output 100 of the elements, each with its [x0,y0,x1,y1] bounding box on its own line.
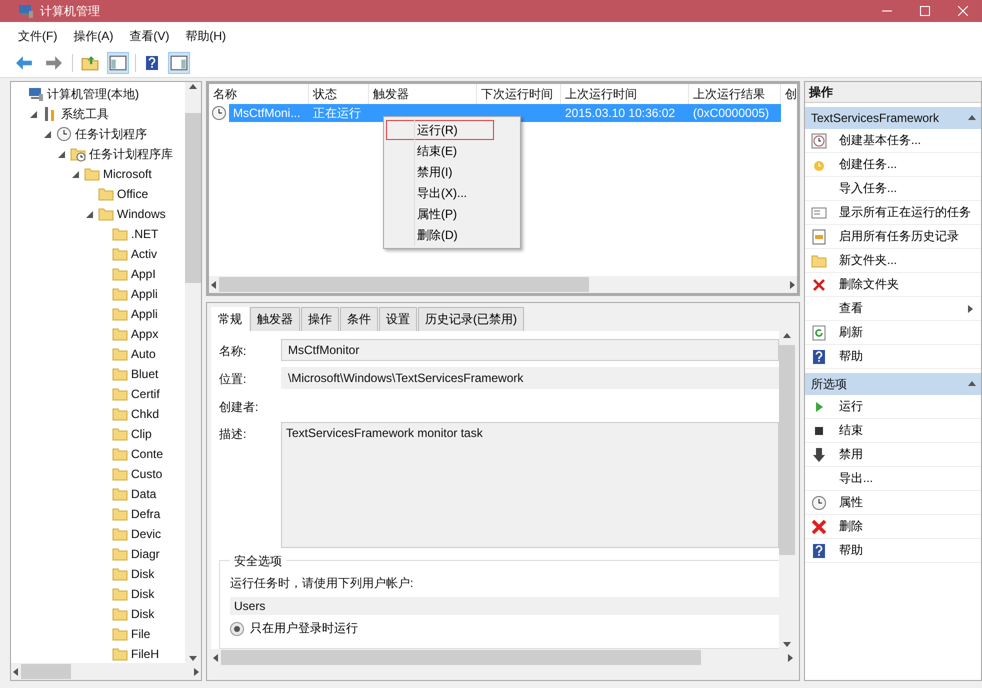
tree-item[interactable]: Auto [131,347,156,361]
action-item[interactable]: 属性 [805,491,981,515]
tree-item[interactable]: 系统工具 [61,106,109,122]
tree-item[interactable]: Conte [131,447,164,461]
tree-item[interactable]: Disk [131,587,154,601]
tree-item[interactable]: Appli [131,307,158,321]
tree-item[interactable]: Devic [131,527,162,541]
action-item[interactable]: 创建任务... [805,153,981,177]
tree-item[interactable]: Appx [131,327,158,341]
toolbar-button[interactable] [107,52,129,74]
tree-item[interactable]: Bluet [131,367,158,381]
tree-item[interactable]: Disk [131,607,154,621]
menu-item[interactable]: 帮助(H) [179,28,232,45]
right-arrow-icon[interactable] [785,652,795,662]
tree-item[interactable]: Defra [131,507,160,521]
folder-icon [112,466,128,482]
action-item[interactable]: 删除 [805,515,981,539]
right-arrow-icon[interactable] [787,280,797,290]
collapse-arrow-icon[interactable] [967,379,977,389]
description-field[interactable]: TextServicesFramework monitor task [281,422,779,548]
section-header[interactable]: TextServicesFramework [805,107,981,129]
section-header[interactable]: 所选项 [805,373,981,395]
tree-item[interactable]: Disk [131,567,154,581]
tab[interactable]: 历史记录(已禁用) [418,307,524,331]
close-icon[interactable] [958,6,968,16]
folder-icon [84,166,100,182]
action-item[interactable]: 帮助 [805,345,981,369]
tab[interactable]: 触发器 [250,307,300,331]
up-arrow-icon[interactable] [188,82,198,92]
action-item[interactable]: 显示所有正在运行的任务 [805,201,981,225]
name-field[interactable]: MsCtfMonitor [281,339,779,361]
menu-item[interactable]: 运行(R) [386,120,494,140]
action-item[interactable]: 查看 [805,297,981,321]
tree-item[interactable]: Activ [131,247,158,261]
action-item[interactable]: 刷新 [805,321,981,345]
action-item[interactable]: 删除文件夹 [805,273,981,297]
radio-icon[interactable] [230,622,244,636]
expander-icon[interactable] [71,169,81,179]
right-arrow-icon[interactable] [191,666,201,676]
tree-item[interactable]: Diagr [131,547,160,561]
expander-icon[interactable] [57,149,67,159]
collapse-arrow-icon[interactable] [967,113,977,123]
tree-item[interactable]: .NET [131,227,158,241]
menu-item[interactable]: 查看(V) [123,28,176,45]
maximize-icon[interactable] [920,6,930,16]
horizontal-scrollbar[interactable] [209,276,797,293]
horizontal-scrollbar[interactable] [11,663,201,680]
vertical-scrollbar[interactable] [185,82,201,663]
action-item[interactable]: 运行 [805,395,981,419]
left-arrow-icon[interactable] [11,666,21,676]
tree-item[interactable]: Clip [131,427,152,441]
tree-item[interactable]: Chkd [131,407,160,421]
menu-item[interactable]: 删除(D) [386,225,494,245]
expander-icon[interactable] [29,109,39,119]
tree-item[interactable]: Certif [131,387,160,401]
tree-item[interactable]: 任务计划程序库 [89,146,173,162]
toolbar-button[interactable] [168,52,190,74]
tree-item[interactable]: Office [117,187,148,201]
tree-item[interactable]: Microsoft [103,167,152,181]
tree-item[interactable]: Data [131,487,156,501]
computer-icon [28,86,44,102]
tree-item[interactable]: Custo [131,467,162,481]
left-arrow-icon[interactable] [209,280,219,290]
tree-item[interactable]: Appli [131,287,158,301]
action-item[interactable]: 禁用 [805,443,981,467]
action-item[interactable]: 新文件夹... [805,249,981,273]
action-item[interactable]: 导出... [805,467,981,491]
expander-icon[interactable] [43,129,53,139]
menu-item[interactable]: 禁用(I) [386,162,494,182]
tab[interactable]: 条件 [340,307,378,331]
field-label: 名称: [219,343,248,360]
folder-icon [112,506,128,522]
folder-icon [112,266,128,282]
tab[interactable]: 常规 [211,307,249,331]
menu-item[interactable]: 操作(A) [67,28,120,45]
menu-item[interactable]: 结束(E) [386,141,494,161]
tab[interactable]: 操作 [301,307,339,331]
column-header[interactable]: 创 [781,84,797,104]
folder-icon [112,426,128,442]
menu-item[interactable]: 导出(X)... [386,183,494,203]
down-arrow-icon[interactable] [782,639,792,649]
tree-item[interactable]: 任务计划程序 [75,126,147,142]
expander-icon[interactable] [85,209,95,219]
menu-item[interactable]: 属性(P) [386,204,494,224]
left-arrow-icon[interactable] [211,652,221,662]
action-item[interactable]: 启用所有任务历史记录 [805,225,981,249]
tree-item[interactable]: Windows [117,207,166,221]
action-item[interactable]: 导入任务... [805,177,981,201]
menu-item[interactable]: 文件(F) [12,28,64,45]
tree-item[interactable]: 计算机管理(本地) [47,86,139,102]
radio-option[interactable]: 只在用户登录时运行 [230,620,779,637]
tree-item[interactable]: FileH [131,647,160,661]
tree-item[interactable]: AppI [131,267,156,281]
down-arrow-icon[interactable] [188,653,198,663]
up-arrow-icon[interactable] [782,331,792,341]
action-item[interactable]: 结束 [805,419,981,443]
action-item[interactable]: 帮助 [805,539,981,563]
action-item[interactable]: 创建基本任务... [805,129,981,153]
tab[interactable]: 设置 [379,307,417,331]
tree-item[interactable]: File [131,627,150,641]
